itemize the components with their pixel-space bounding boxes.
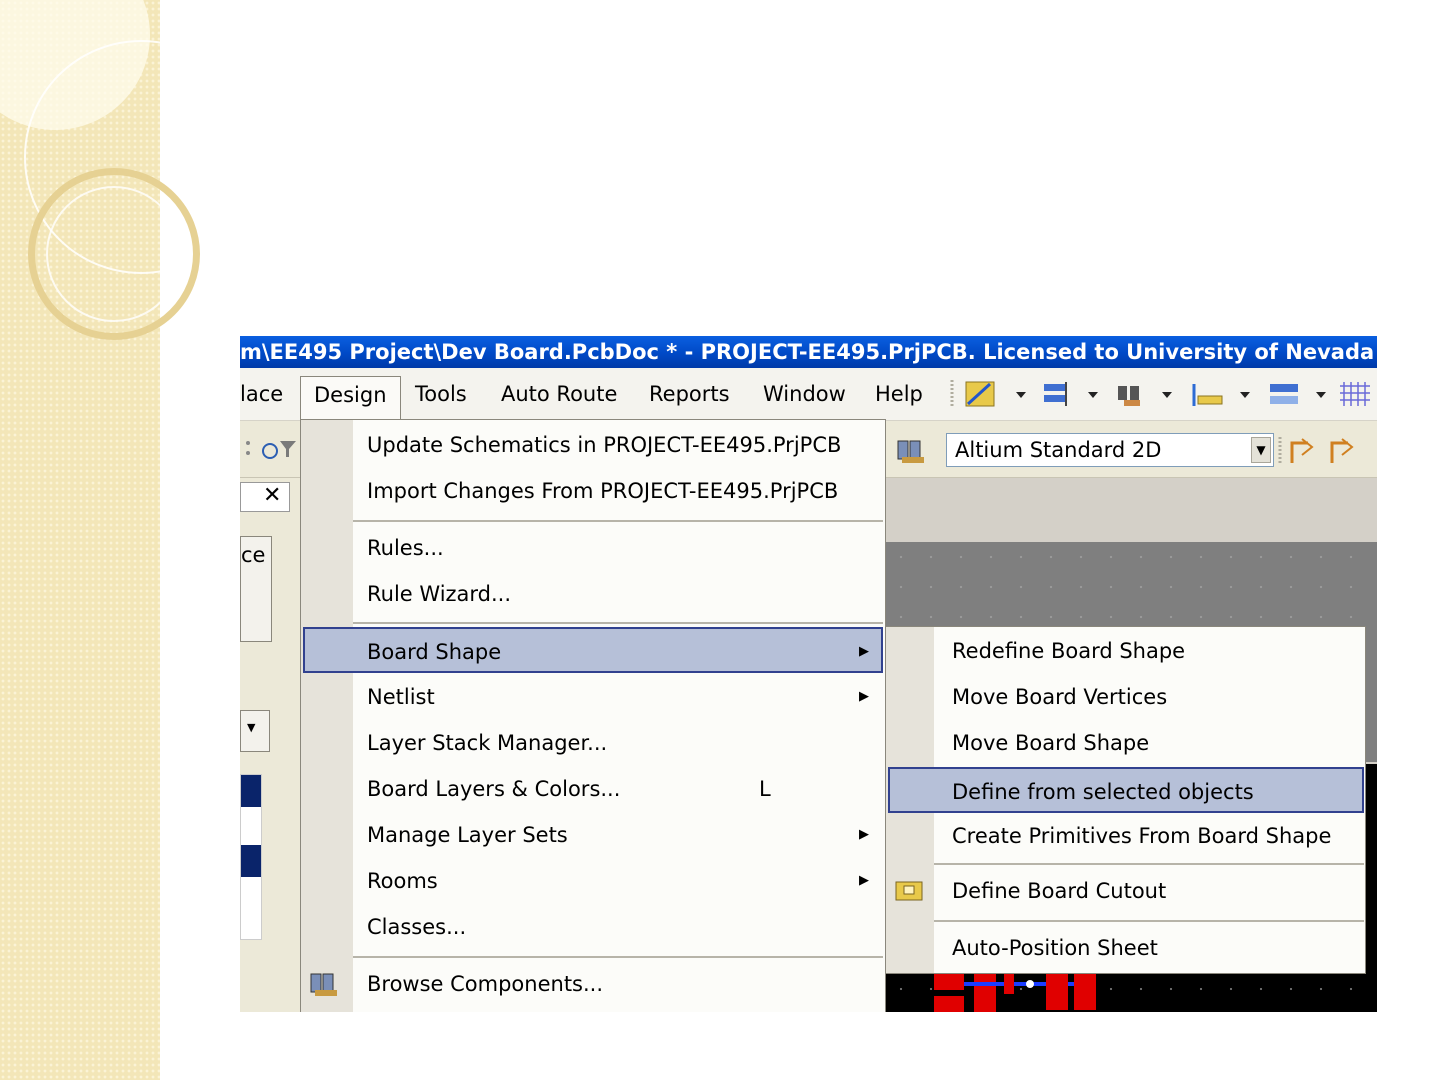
view-config-combo[interactable]: Altium Standard 2D ▼ [946,433,1274,467]
find-similar-icon[interactable] [1118,386,1140,406]
layer-icon[interactable] [1270,384,1298,404]
list-item[interactable] [241,775,261,807]
menu-item-rules[interactable]: Rules... [303,525,883,571]
menu-item-rooms[interactable]: Rooms ▶ [303,858,883,904]
panel-header: ✕ [240,482,290,512]
menu-item-manage-layer-sets[interactable]: Manage Layer Sets ▶ [303,812,883,858]
menu-item-move-board-shape[interactable]: Move Board Shape [888,720,1364,766]
route-icon[interactable] [965,381,995,407]
submenu-arrow-icon: ▶ [859,689,869,704]
menu-separator [934,863,1364,865]
dropdown-arrow-icon[interactable] [1088,392,1098,398]
menu-item-board-shape[interactable]: Board Shape ▶ [303,627,883,673]
menu-item-define-from-selected-objects[interactable]: Define from selected objects [888,767,1364,813]
menu-item-auto-position-sheet[interactable]: Auto-Position Sheet [888,925,1364,971]
menu-design[interactable]: Design [300,376,401,421]
dropdown-arrow-icon[interactable] [1240,392,1250,398]
decorative-ring [46,186,182,322]
menu-item-layer-stack-manager[interactable]: Layer Stack Manager... [303,720,883,766]
menu-item-create-primitives[interactable]: Create Primitives From Board Shape [888,813,1364,859]
browse-components-icon [310,973,337,996]
menu-item-browse-components[interactable]: Browse Components... [303,961,883,1007]
menu-tools[interactable]: Tools [415,376,467,412]
view-config-value: Altium Standard 2D [955,438,1162,462]
left-panel: ✕ ce ▼ [240,478,302,1012]
panel-dropdown[interactable]: ▼ [240,710,270,752]
menu-item-label: Board Shape [367,640,502,664]
menu-place[interactable]: lace [240,376,283,412]
align-icon[interactable] [1044,382,1067,406]
panel-button-label: ce [241,543,266,567]
dropdown-arrow-icon: ▼ [247,721,256,734]
menu-auto-route[interactable]: Auto Route [501,376,617,412]
menu-item-import-changes[interactable]: Import Changes From PROJECT-EE495.PrjPCB [303,468,883,514]
menu-separator [353,956,883,958]
menu-item-label: Classes... [367,915,467,939]
menu-item-netlist[interactable]: Netlist ▶ [303,674,883,720]
menu-item-label: Move Board Shape [952,731,1150,755]
grid-icon[interactable] [1340,382,1370,406]
menu-window[interactable]: Window [763,376,846,412]
design-menu: Update Schematics in PROJECT-EE495.PrjPC… [300,419,886,1012]
menu-separator [934,920,1364,922]
board-cutout-icon [895,881,923,901]
menu-item-move-board-vertices[interactable]: Move Board Vertices [888,674,1364,720]
menu-reports[interactable]: Reports [649,376,730,412]
filter-icon[interactable] [240,435,300,465]
menu-item-label: Rules... [367,536,444,560]
menu-item-label: Create Primitives From Board Shape [952,824,1332,848]
menu-item-label: Move Board Vertices [952,685,1168,709]
menu-separator [353,622,883,624]
menu-item-label: Import Changes From PROJECT-EE495.PrjPCB [367,479,839,503]
submenu-arrow-icon: ▶ [859,644,869,659]
browse-components-icon[interactable] [894,433,930,467]
menu-item-label: Rule Wizard... [367,582,512,606]
menu-item-rule-wizard[interactable]: Rule Wizard... [303,571,883,617]
menu-item-shortcut: L [759,777,771,801]
panel-list [240,774,262,940]
menu-help[interactable]: Help [875,376,923,412]
menu-item-label: Redefine Board Shape [952,639,1186,663]
menu-separator [353,520,883,522]
menu-item-redefine-board-shape[interactable]: Redefine Board Shape [888,628,1364,674]
menu-item-label: Define from selected objects [952,780,1254,804]
menu-item-label: Board Layers & Colors... [367,777,621,801]
dropdown-arrow-icon[interactable] [1162,392,1172,398]
place-icon[interactable] [1192,384,1223,406]
panel-button[interactable]: ce [240,536,272,642]
menu-item-define-board-cutout[interactable]: Define Board Cutout [888,868,1364,914]
submenu-arrow-icon: ▶ [859,873,869,888]
list-item[interactable] [241,845,261,877]
close-icon[interactable]: ✕ [263,483,281,509]
menu-item-label: Netlist [367,685,435,709]
menu-bar: lace Design Tools Auto Route Reports Win… [240,368,1377,421]
dropdown-arrow-icon[interactable] [1316,392,1326,398]
menu-item-update-schematics[interactable]: Update Schematics in PROJECT-EE495.PrjPC… [303,422,883,468]
menu-toolbar-icons [950,380,1370,408]
submenu-arrow-icon: ▶ [859,827,869,842]
menu-item-classes[interactable]: Classes... [303,904,883,950]
altium-screenshot: m\EE495 Project\Dev Board.PcbDoc * - PRO… [240,336,1377,1012]
menu-item-board-layers-colors[interactable]: Board Layers & Colors... L [303,766,883,812]
menu-item-label: Auto-Position Sheet [952,936,1158,960]
menu-item-label: Layer Stack Manager... [367,731,608,755]
interactive-routing-icons[interactable] [1278,433,1377,467]
window-title-bar: m\EE495 Project\Dev Board.PcbDoc * - PRO… [240,336,1377,368]
dropdown-arrow-icon[interactable]: ▼ [1251,437,1271,463]
menu-item-label: Rooms [367,869,438,893]
slide-decoration-strip [0,0,258,1080]
menu-item-label: Manage Layer Sets [367,823,568,847]
menu-item-label: Update Schematics in PROJECT-EE495.PrjPC… [367,433,842,457]
menu-item-label: Define Board Cutout [952,879,1167,903]
dropdown-arrow-icon[interactable] [1016,392,1026,398]
menu-item-label: Browse Components... [367,972,604,996]
window-title: m\EE495 Project\Dev Board.PcbDoc * - PRO… [240,340,1375,364]
board-shape-submenu: Redefine Board Shape Move Board Vertices… [885,626,1366,974]
